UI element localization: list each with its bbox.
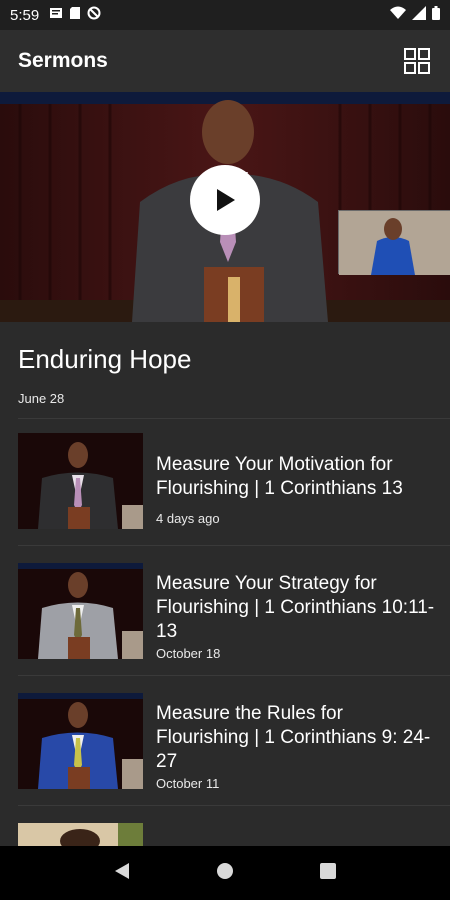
list-item[interactable]: Measure Your Strategy for Flourishing | … xyxy=(0,560,450,690)
signal-icon xyxy=(412,5,426,25)
grid-icon xyxy=(404,48,430,74)
page-title: Sermons xyxy=(18,49,108,72)
sermon-text: Measure the Rules for Flourishing | 1 Co… xyxy=(156,702,440,791)
list-item[interactable] xyxy=(0,820,450,846)
featured-video[interactable] xyxy=(0,92,450,322)
status-right-icons xyxy=(390,5,440,25)
system-nav-bar xyxy=(0,846,450,900)
divider xyxy=(18,545,450,546)
home-button[interactable] xyxy=(216,862,234,885)
sermon-date: October 18 xyxy=(156,646,221,661)
grid-view-button[interactable] xyxy=(402,46,432,76)
app-bar: Sermons xyxy=(0,30,450,92)
status-bar: 5:59 xyxy=(0,0,450,30)
recents-icon xyxy=(320,862,337,879)
sermon-thumbnail xyxy=(18,693,143,789)
play-icon xyxy=(217,189,235,211)
sermon-thumbnail xyxy=(18,823,143,846)
home-icon xyxy=(216,862,233,879)
featured-info: Enduring Hope June 28 xyxy=(0,322,450,422)
sermon-title: Measure Your Motivation for Flourishing … xyxy=(156,454,403,499)
divider xyxy=(18,418,450,419)
recents-button[interactable] xyxy=(319,862,337,885)
sermon-title: Measure the Rules for Flourishing | 1 Co… xyxy=(156,703,431,772)
blocked-icon xyxy=(87,6,101,25)
sermon-thumbnail xyxy=(18,433,143,529)
interpreter-inset xyxy=(338,210,450,275)
play-button[interactable] xyxy=(190,165,260,235)
sim-icon xyxy=(49,6,63,25)
storage-icon xyxy=(69,6,81,25)
back-button[interactable] xyxy=(113,862,131,885)
status-left-icons xyxy=(49,6,101,25)
list-item[interactable]: Measure Your Motivation for Flourishing … xyxy=(0,430,450,560)
sermon-text: Measure Your Strategy for Flourishing | … xyxy=(156,572,440,661)
status-time: 5:59 xyxy=(10,6,40,24)
battery-icon xyxy=(432,5,440,25)
featured-date: June 28 xyxy=(18,391,65,406)
sermon-date: 4 days ago xyxy=(156,511,220,526)
featured-title: Enduring Hope xyxy=(18,344,192,374)
divider xyxy=(18,675,450,676)
divider xyxy=(18,805,450,806)
list-item[interactable]: Measure the Rules for Flourishing | 1 Co… xyxy=(0,690,450,820)
sermon-text: Measure Your Motivation for Flourishing … xyxy=(156,453,440,526)
wifi-icon xyxy=(390,6,406,25)
sermon-title: Measure Your Strategy for Flourishing | … xyxy=(156,573,435,642)
sermon-date: October 11 xyxy=(156,776,220,791)
sermon-thumbnail xyxy=(18,563,143,659)
back-icon xyxy=(114,862,129,879)
